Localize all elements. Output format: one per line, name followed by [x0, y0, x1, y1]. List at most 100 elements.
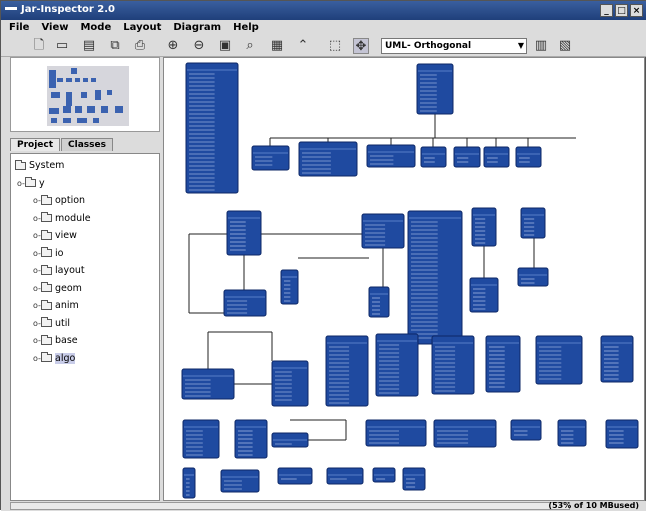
layout-style-value: UML- Orthogonal [385, 41, 472, 51]
class-node[interactable] [431, 335, 475, 395]
expand-handle-icon[interactable]: o- [33, 266, 41, 275]
tab-classes[interactable]: Classes [61, 138, 113, 151]
class-node[interactable] [402, 467, 426, 491]
class-node[interactable] [517, 267, 549, 287]
maximize-button[interactable]: □ [615, 4, 628, 17]
tree-item-util[interactable]: o- util [11, 315, 159, 333]
class-node[interactable] [277, 467, 313, 485]
menu-help[interactable]: Help [233, 22, 259, 33]
class-node[interactable] [407, 210, 463, 345]
expand-handle-icon[interactable]: o- [33, 231, 41, 240]
open-folder-icon[interactable]: ▭ [54, 38, 70, 54]
class-node[interactable] [515, 146, 542, 168]
class-node[interactable] [485, 335, 521, 393]
save-icon[interactable]: ▤ [81, 38, 97, 54]
tree-item-base[interactable]: o- base [11, 332, 159, 350]
class-node[interactable] [535, 335, 583, 385]
class-node[interactable] [368, 286, 390, 318]
class-node[interactable] [220, 469, 260, 493]
menu-mode[interactable]: Mode [80, 22, 111, 33]
class-node[interactable] [372, 467, 396, 483]
menu-layout[interactable]: Layout [123, 22, 161, 33]
expand-handle-icon[interactable]: o- [33, 284, 41, 293]
class-node[interactable] [325, 335, 369, 407]
folder-icon [15, 159, 26, 170]
expand-handle-icon[interactable]: o- [17, 179, 25, 188]
image-export-icon[interactable]: ▧ [557, 38, 573, 54]
class-node[interactable] [375, 333, 419, 397]
menu-file[interactable]: File [9, 22, 29, 33]
tree-item-algo[interactable]: o- algo [11, 350, 159, 368]
menu-diagram[interactable]: Diagram [173, 22, 221, 33]
class-node[interactable] [271, 432, 309, 448]
class-node[interactable] [469, 277, 499, 313]
class-node[interactable] [453, 146, 481, 168]
tree-package-y[interactable]: o- y [11, 175, 159, 193]
move-tool-icon[interactable]: ✥ [353, 38, 369, 54]
class-node[interactable] [366, 144, 416, 168]
tree-root[interactable]: System [11, 157, 159, 175]
class-node[interactable] [361, 213, 405, 249]
grid-icon[interactable]: ▦ [269, 38, 285, 54]
class-node[interactable] [185, 62, 239, 194]
class-node[interactable] [298, 141, 358, 177]
class-node[interactable] [510, 419, 542, 441]
class-node[interactable] [251, 145, 290, 171]
class-node[interactable] [520, 207, 546, 239]
tab-project[interactable]: Project [10, 138, 61, 151]
class-node[interactable] [234, 419, 268, 459]
fit-page-icon[interactable]: ▣ [217, 38, 233, 54]
class-node[interactable] [483, 146, 510, 168]
tree-item-geom[interactable]: o- geom [11, 280, 159, 298]
tree-item-anim[interactable]: o- anim [11, 297, 159, 315]
zoom-selection-icon[interactable]: ⌕ [242, 38, 258, 54]
collapse-icon[interactable]: ⌃ [295, 38, 311, 54]
new-file-icon[interactable]: 🗋 [31, 38, 47, 54]
expand-handle-icon[interactable]: o- [33, 214, 41, 223]
minimize-button[interactable]: _ [600, 4, 613, 17]
select-tool-icon[interactable]: ⬚ [327, 38, 343, 54]
expand-handle-icon[interactable]: o- [33, 319, 41, 328]
folder-icon [41, 194, 52, 205]
tree-item-option[interactable]: o- option [11, 192, 159, 210]
expand-handle-icon[interactable]: o- [33, 196, 41, 205]
menu-view[interactable]: View [41, 22, 68, 33]
tree-item-view[interactable]: o- view [11, 227, 159, 245]
close-button[interactable]: × [630, 4, 643, 17]
expand-handle-icon[interactable]: o- [33, 336, 41, 345]
diagram-canvas[interactable] [163, 57, 645, 501]
overview-panel[interactable] [10, 57, 160, 132]
tree-item-io[interactable]: o- io [11, 245, 159, 263]
class-node[interactable] [557, 419, 587, 447]
tree-item-label: geom [55, 282, 82, 294]
class-node[interactable] [326, 467, 364, 485]
class-node[interactable] [182, 419, 220, 459]
zoom-in-icon[interactable]: ⊕ [165, 38, 181, 54]
folder-icon [41, 282, 52, 293]
class-node[interactable] [605, 419, 639, 449]
class-node[interactable] [182, 467, 196, 499]
window-menu-icon[interactable] [5, 7, 17, 10]
uml-diagram [181, 62, 639, 499]
expand-handle-icon[interactable]: o- [33, 249, 41, 258]
layout-style-select[interactable]: UML- Orthogonal ▼ [381, 38, 527, 54]
tree-item-layout[interactable]: o- layout [11, 262, 159, 280]
class-node[interactable] [471, 207, 497, 247]
class-node[interactable] [226, 210, 262, 256]
tree-item-module[interactable]: o- module [11, 210, 159, 228]
class-node[interactable] [420, 146, 447, 168]
expand-handle-icon[interactable]: o- [33, 354, 41, 363]
class-node[interactable] [416, 63, 454, 115]
expand-handle-icon[interactable]: o- [33, 301, 41, 310]
class-node[interactable] [600, 335, 634, 383]
class-node[interactable] [181, 368, 235, 400]
class-node[interactable] [271, 360, 309, 407]
class-node[interactable] [433, 419, 497, 448]
zoom-out-icon[interactable]: ⊖ [191, 38, 207, 54]
layout-options-icon[interactable]: ▥ [533, 38, 549, 54]
print-icon[interactable]: ⎙ [132, 38, 148, 54]
class-node[interactable] [280, 269, 299, 305]
copy-icon[interactable]: ⧉ [107, 38, 123, 54]
class-node[interactable] [365, 419, 427, 447]
class-node[interactable] [223, 289, 267, 317]
